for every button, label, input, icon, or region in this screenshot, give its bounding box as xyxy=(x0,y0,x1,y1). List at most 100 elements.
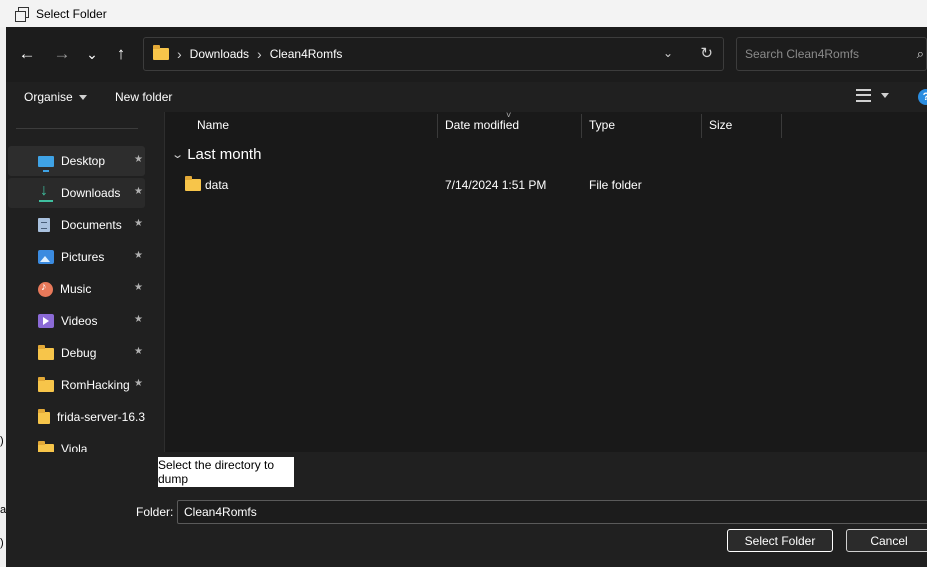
search-box[interactable]: Search Clean4Romfs ⌕ xyxy=(736,37,927,71)
organise-button[interactable]: Organise xyxy=(24,90,87,104)
dialog-footer: Select the directory to dump Folder: Cle… xyxy=(6,452,927,567)
address-bar[interactable]: › Downloads › Clean4Romfs ⌄ ↻ xyxy=(143,37,724,71)
navigation-bar: ← → ⌄ ↑ › Downloads › Clean4Romfs ⌄ ↻ Se… xyxy=(6,27,927,82)
folder-name-value: Clean4Romfs xyxy=(184,505,257,519)
documents-icon xyxy=(38,218,50,232)
help-button[interactable]: ? xyxy=(918,89,927,105)
pin-icon[interactable]: ★ xyxy=(134,218,143,229)
folder-icon xyxy=(38,345,54,360)
sidebar-item-label: Music xyxy=(60,282,92,296)
breadcrumb-separator-icon[interactable]: › xyxy=(257,46,262,62)
folder-name-input[interactable]: Clean4Romfs xyxy=(177,500,927,524)
column-header-label: Name xyxy=(197,118,230,132)
details-view-icon xyxy=(856,89,871,102)
folder-icon xyxy=(38,377,54,392)
cancel-button[interactable]: Cancel xyxy=(846,529,927,552)
sidebar-item-label: frida-server-16.3 xyxy=(56,410,145,424)
window-title: Select Folder xyxy=(36,6,107,21)
sidebar-item-viola[interactable]: Viola xyxy=(8,434,145,452)
sidebar-item-documents[interactable]: Documents ★ xyxy=(8,210,145,240)
group-label: Last month xyxy=(187,146,262,163)
up-button[interactable]: ↑ xyxy=(107,42,135,66)
folder-icon xyxy=(38,409,50,424)
caret-down-icon xyxy=(78,95,87,101)
sidebar-item-label: Viola xyxy=(61,442,88,452)
recent-locations-button[interactable]: ⌄ xyxy=(78,42,106,66)
pin-icon[interactable]: ★ xyxy=(134,282,143,293)
pin-icon[interactable]: ★ xyxy=(134,154,143,165)
desktop-icon xyxy=(38,155,54,172)
background-text-fragment: ) xyxy=(0,435,4,447)
breadcrumb-separator-icon: › xyxy=(177,46,182,62)
sidebar-item-label: Documents xyxy=(61,218,122,232)
column-header-size[interactable]: Size xyxy=(709,112,732,138)
column-header-type[interactable]: Type xyxy=(589,112,615,138)
file-name: data xyxy=(205,178,229,192)
sidebar-item-music[interactable]: Music ★ xyxy=(8,274,145,304)
pin-icon[interactable]: ★ xyxy=(134,378,143,389)
sidebar-item-debug[interactable]: Debug ★ xyxy=(8,338,145,368)
file-row[interactable]: data 7/14/2024 1:51 PM File folder xyxy=(165,171,927,197)
sidebar-item-videos[interactable]: Videos ★ xyxy=(8,306,145,336)
file-date-modified: 7/14/2024 1:51 PM xyxy=(445,178,547,192)
sidebar-item-desktop[interactable]: Desktop ★ xyxy=(8,146,145,176)
back-arrow-icon: ← xyxy=(18,44,36,63)
folder-icon xyxy=(185,176,201,191)
column-divider[interactable] xyxy=(437,114,438,138)
sidebar-item-romhacking[interactable]: RomHacking ★ xyxy=(8,370,145,400)
forward-button[interactable]: → xyxy=(48,42,76,66)
new-folder-button[interactable]: New folder xyxy=(115,90,172,104)
column-divider[interactable] xyxy=(701,114,702,138)
folder-icon xyxy=(38,441,54,452)
sidebar-item-pictures[interactable]: Pictures ★ xyxy=(8,242,145,272)
pin-icon[interactable]: ★ xyxy=(134,250,143,261)
command-bar: Organise New folder ? xyxy=(6,82,927,112)
sidebar-item-label: RomHacking xyxy=(61,378,130,392)
column-header-label: Date modified xyxy=(445,118,520,132)
chevron-down-icon: ⌄ xyxy=(86,45,98,62)
pin-icon[interactable]: ★ xyxy=(134,346,143,357)
caret-down-icon xyxy=(881,93,889,98)
pin-icon[interactable]: ★ xyxy=(134,186,143,197)
background-text-fragment: ) xyxy=(0,537,4,549)
title-bar: Select Folder xyxy=(0,0,927,27)
sidebar-item-label: Debug xyxy=(61,346,97,360)
address-dropdown-icon[interactable]: ⌄ xyxy=(663,46,673,60)
forward-arrow-icon: → xyxy=(53,44,71,63)
change-view-button[interactable] xyxy=(856,89,889,102)
select-folder-button[interactable]: Select Folder xyxy=(727,529,833,552)
videos-icon xyxy=(38,314,54,328)
sidebar-item-label: Videos xyxy=(61,314,98,328)
window-app-icon xyxy=(14,6,30,22)
music-icon xyxy=(38,281,53,297)
navigation-divider xyxy=(16,128,138,129)
sidebar-item-label: Downloads xyxy=(61,186,121,200)
breadcrumb-clean4romfs[interactable]: Clean4Romfs xyxy=(270,47,343,61)
organise-label: Organise xyxy=(24,90,73,104)
pictures-icon xyxy=(38,250,54,264)
column-divider[interactable] xyxy=(581,114,582,138)
file-type: File folder xyxy=(589,178,642,192)
pin-icon[interactable]: ★ xyxy=(134,314,143,325)
up-arrow-icon: ↑ xyxy=(116,44,126,63)
new-folder-label: New folder xyxy=(115,90,173,104)
select-folder-dialog: ← → ⌄ ↑ › Downloads › Clean4Romfs ⌄ ↻ Se… xyxy=(6,27,927,567)
sidebar-item-frida-server[interactable]: frida-server-16.3 xyxy=(8,402,145,432)
sidebar-item-downloads[interactable]: Downloads ★ xyxy=(8,178,145,208)
sort-indicator-icon: ˅ xyxy=(506,110,512,120)
column-header-name[interactable]: Name xyxy=(197,112,229,138)
back-button[interactable]: ← xyxy=(13,42,41,66)
folder-icon xyxy=(153,45,169,60)
search-input[interactable]: Search Clean4Romfs xyxy=(745,47,859,61)
chevron-down-icon: ⌄ xyxy=(171,149,185,161)
folder-label: Folder: xyxy=(136,505,174,519)
group-header-last-month[interactable]: ⌄ Last month xyxy=(171,146,262,163)
search-icon[interactable]: ⌕ xyxy=(917,46,924,62)
breadcrumb-downloads[interactable]: Downloads xyxy=(190,47,249,61)
column-header-label: Size xyxy=(709,118,733,132)
refresh-icon[interactable]: ↻ xyxy=(700,44,713,62)
file-list: Name Date modified ˅ Type Size ⌄ Last mo… xyxy=(164,110,927,452)
navigation-pane: Desktop ★ Downloads ★ Documents ★ Pictur… xyxy=(6,112,148,452)
column-header-label: Type xyxy=(589,118,616,132)
column-divider[interactable] xyxy=(781,114,782,138)
